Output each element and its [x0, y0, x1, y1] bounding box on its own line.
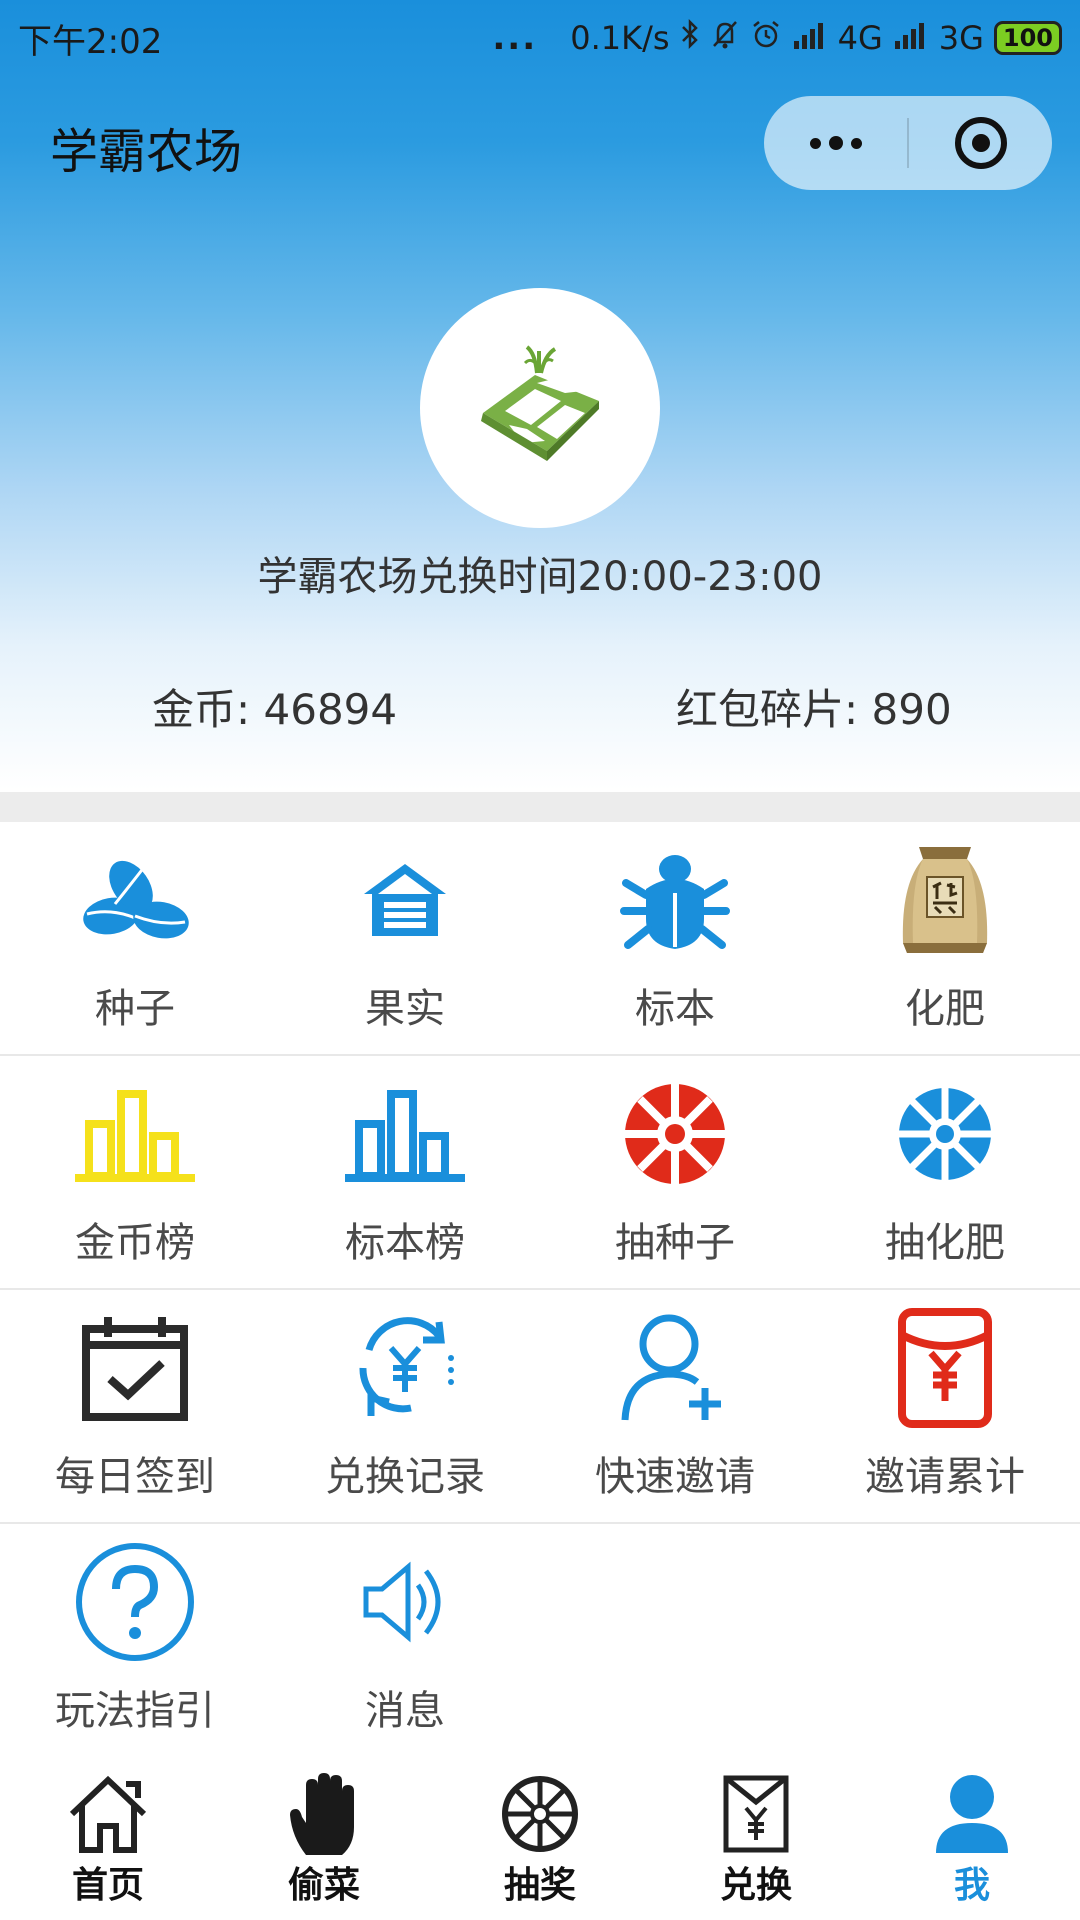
grid-item-label: 果实 [365, 986, 445, 1032]
user-icon [927, 1772, 1017, 1856]
home-icon [63, 1772, 153, 1856]
tab-label: 兑换 [719, 1865, 792, 1906]
farm-field-icon [481, 345, 599, 461]
bug-icon [610, 840, 740, 960]
signal-icon [792, 19, 828, 57]
dot-icon [809, 137, 821, 149]
grid-item-draw-fertilizer[interactable]: 抽化肥 [810, 1056, 1080, 1288]
target-circle-icon [954, 117, 1007, 169]
grid-item-label: 邀请累计 [865, 1454, 1025, 1500]
grid-item-label: 种子 [95, 986, 175, 1032]
tab-lottery[interactable]: 抽奖 [432, 1752, 648, 1920]
speaker-icon [340, 1542, 470, 1662]
red-envelope-icon [880, 1308, 1010, 1428]
bar-chart-icon [70, 1074, 200, 1194]
tab-me[interactable]: 我 [864, 1752, 1080, 1920]
wheel-icon [610, 1074, 740, 1194]
grid-item-guide[interactable]: 玩法指引 [0, 1524, 270, 1758]
status-time: 下午2:02 [18, 21, 163, 62]
tab-label: 首页 [71, 1865, 144, 1906]
status-indicators: 0.1K/s 4G 3G 100 [570, 18, 1062, 58]
grid-item-label: 消息 [365, 1688, 445, 1734]
dot-icon [828, 136, 843, 150]
yuan-envelope-icon [711, 1772, 801, 1856]
battery-icon: 100 [993, 21, 1062, 55]
grid-item-label: 金币榜 [75, 1220, 195, 1266]
farm-logo [420, 288, 660, 528]
tab-home[interactable]: 首页 [0, 1752, 216, 1920]
bar-chart-icon [340, 1074, 470, 1194]
tab-steal[interactable]: 偷菜 [216, 1752, 432, 1920]
calendar-check-icon [70, 1308, 200, 1428]
grid-item-exchange-records[interactable]: 兑换记录 [270, 1290, 540, 1522]
grid-empty-cell [540, 1524, 810, 1758]
grid-item-messages[interactable]: 消息 [270, 1524, 540, 1758]
grid-row: 每日签到 兑换记录 快速邀请 邀请累计 [0, 1290, 1080, 1524]
grid-item-label: 标本榜 [345, 1220, 465, 1266]
signal-icon [893, 19, 929, 57]
grid-item-invite-total[interactable]: 邀请累计 [810, 1290, 1080, 1522]
grid-item-label: 快速邀请 [595, 1454, 755, 1500]
section-divider [0, 792, 1080, 822]
bottom-tab-bar: 首页 偷菜 抽奖 兑换 我 [0, 1752, 1080, 1920]
signal-type-2: 3G [938, 19, 984, 57]
close-miniprogram-button[interactable] [909, 96, 1052, 190]
grid-empty-cell [810, 1524, 1080, 1758]
bluetooth-icon [680, 18, 700, 58]
status-notification-dots: ... [492, 18, 538, 58]
page-title: 学霸农场 [50, 124, 243, 180]
mini-program-capsule [764, 96, 1052, 190]
grid-item-daily-checkin[interactable]: 每日签到 [0, 1290, 270, 1522]
grid-row: 种子 果实 标本 化肥 [0, 822, 1080, 1056]
grid-item-label: 化肥 [905, 986, 985, 1032]
net-speed: 0.1K/s [570, 19, 670, 57]
grid-item-label: 抽化肥 [885, 1220, 1005, 1266]
grid-item-quick-invite[interactable]: 快速邀请 [540, 1290, 810, 1522]
alarm-icon [750, 18, 782, 58]
status-bar: 下午2:02 ... 0.1K/s 4G 3G 100 [0, 0, 1080, 76]
grid-item-label: 抽种子 [615, 1220, 735, 1266]
exchange-time-notice: 学霸农场兑换时间20:00-23:00 [257, 554, 823, 600]
grid-row: 玩法指引 消息 [0, 1524, 1080, 1758]
exchange-yuan-icon [340, 1308, 470, 1428]
grid-row: 金币榜 标本榜 抽种子 抽化肥 [0, 1056, 1080, 1290]
signal-type-1: 4G [837, 19, 883, 57]
fertilizer-bag-icon [880, 840, 1010, 960]
grid-item-label: 兑换记录 [325, 1454, 485, 1500]
barn-icon [340, 840, 470, 960]
tab-label: 抽奖 [503, 1865, 576, 1906]
seed-icon [70, 840, 200, 960]
tab-label: 我 [953, 1865, 990, 1906]
grid-item-specimen-ranking[interactable]: 标本榜 [270, 1056, 540, 1288]
wheel-icon [880, 1074, 1010, 1194]
grid-item-specimens[interactable]: 标本 [540, 822, 810, 1054]
add-user-icon [610, 1308, 740, 1428]
grid-item-fruits[interactable]: 果实 [270, 822, 540, 1054]
grid-item-fertilizer[interactable]: 化肥 [810, 822, 1080, 1054]
tab-label: 偷菜 [287, 1865, 360, 1906]
grid-item-coin-ranking[interactable]: 金币榜 [0, 1056, 270, 1288]
grid-item-label: 每日签到 [55, 1454, 215, 1500]
dot-icon [850, 137, 862, 149]
grid-item-label: 玩法指引 [55, 1688, 215, 1734]
grid-item-label: 标本 [635, 986, 715, 1032]
grid-item-draw-seeds[interactable]: 抽种子 [540, 1056, 810, 1288]
function-grid: 种子 果实 标本 化肥 金币榜 标本榜 抽种子 抽化肥 每日签到 兑换记录 快速… [0, 822, 1080, 1758]
coin-balance: 金币: 46894 [152, 685, 398, 734]
mute-bell-icon [710, 18, 740, 58]
wheel-icon [495, 1772, 585, 1856]
red-packet-fragments: 红包碎片: 890 [676, 685, 952, 734]
grid-item-seeds[interactable]: 种子 [0, 822, 270, 1054]
tab-exchange[interactable]: 兑换 [648, 1752, 864, 1920]
help-circle-icon [70, 1542, 200, 1662]
more-options-button[interactable] [764, 96, 907, 190]
hand-icon [279, 1772, 369, 1856]
